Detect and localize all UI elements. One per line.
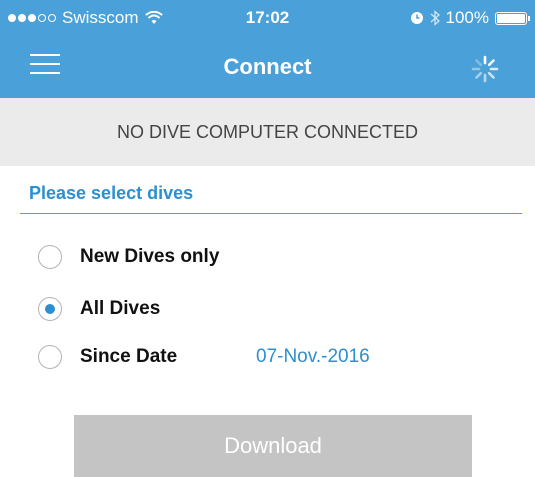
option-label: New Dives only: [80, 246, 220, 267]
download-button[interactable]: Download: [74, 415, 472, 477]
nav-bar: Connect: [0, 34, 535, 98]
status-bar: Swisscom 17:02 100%: [0, 0, 535, 34]
top-bar: Swisscom 17:02 100% Connect: [0, 0, 535, 98]
section-divider: [20, 213, 522, 214]
option-all-dives[interactable]: All Dives: [38, 296, 160, 322]
alarm-icon: [410, 12, 423, 24]
page-title: Connect: [223, 54, 312, 79]
spinner-icon: [471, 55, 499, 83]
section-title: Please select dives: [29, 183, 194, 203]
radio-all-dives[interactable]: [38, 297, 62, 321]
option-label: All Dives: [80, 298, 161, 319]
date-picker-value[interactable]: 07-Nov.-2016: [256, 346, 370, 368]
battery-percent: 100%: [445, 8, 489, 27]
battery-icon: [495, 11, 530, 25]
radio-new-dives[interactable]: [38, 245, 62, 269]
connection-status-banner: NO DIVE COMPUTER CONNECTED: [0, 98, 535, 166]
option-since-date[interactable]: Since Date: [38, 344, 177, 370]
radio-since-date[interactable]: [38, 345, 62, 369]
option-new-dives[interactable]: New Dives only: [38, 244, 219, 270]
status-right: 100%: [410, 8, 530, 28]
bluetooth-icon: [430, 10, 440, 26]
option-label: Since Date: [80, 346, 178, 367]
